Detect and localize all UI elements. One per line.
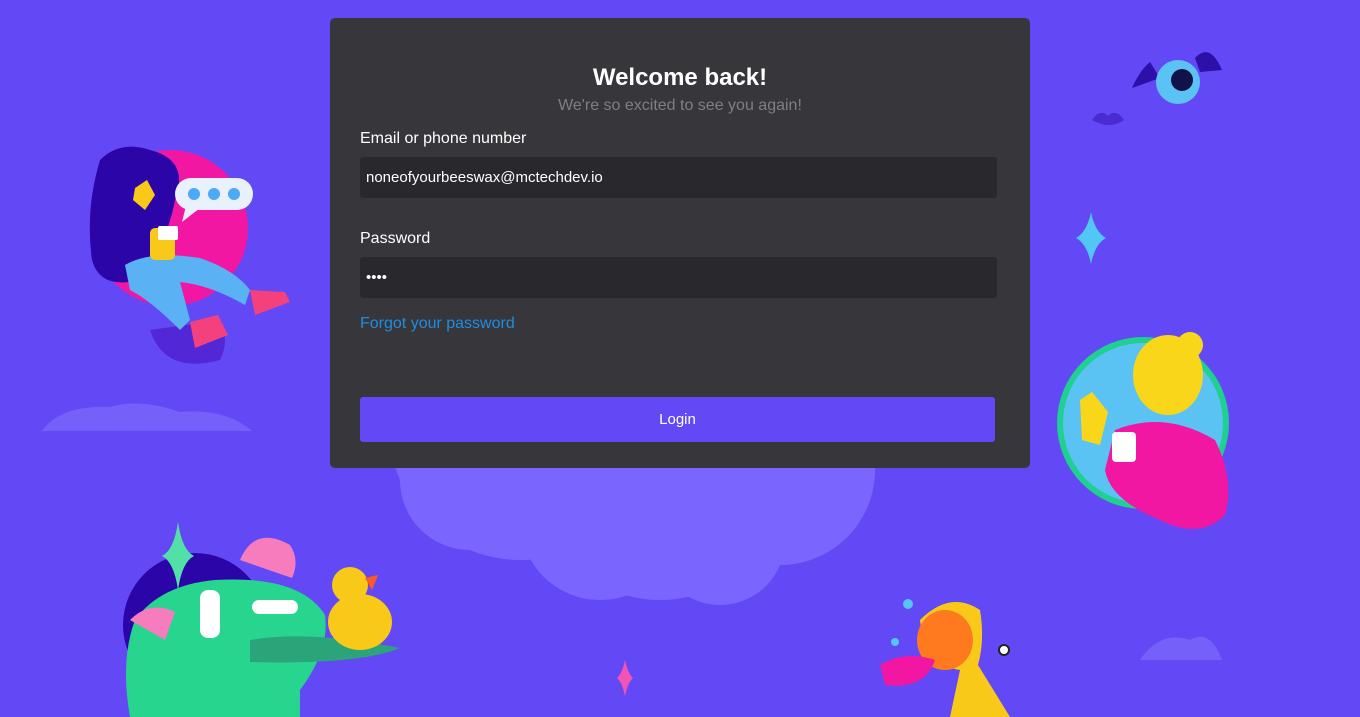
trumpet-creature-illustration (880, 599, 1010, 717)
password-label: Password (360, 230, 431, 247)
page-subtitle: We're so excited to see you again! (558, 97, 802, 114)
sparkle-icon (1076, 212, 1106, 264)
cloud-decoration (42, 403, 252, 431)
bat-icon (1092, 52, 1222, 125)
email-field[interactable] (360, 157, 997, 198)
cloud-decoration (1140, 636, 1222, 660)
page-title: Welcome back! (592, 64, 768, 91)
duck-illustration (328, 567, 392, 650)
login-card: Welcome back! We're so excited to see yo… (330, 18, 1030, 468)
password-field[interactable] (360, 257, 997, 298)
sparkle-icon (617, 660, 633, 696)
forgot-password-link[interactable]: Forgot your password (360, 315, 515, 333)
login-button[interactable]: Login (360, 397, 995, 442)
waving-character-illustration (1057, 332, 1229, 529)
email-label: Email or phone number (360, 130, 527, 147)
